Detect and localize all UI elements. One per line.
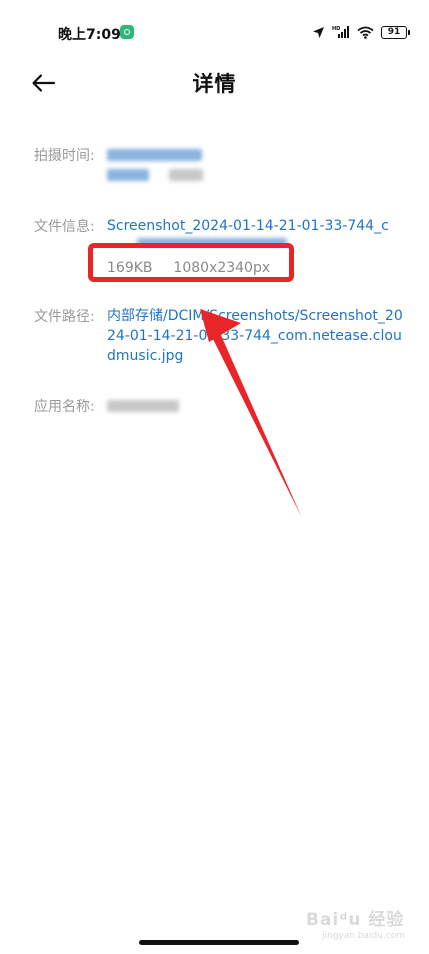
battery-icon: 91 — [381, 25, 410, 39]
capture-date-redacted — [107, 145, 407, 165]
watermark-main: Baiᵈu 经验 — [306, 910, 405, 930]
app-name-label: 应用名称: — [34, 399, 95, 415]
annotation-arrow-icon — [200, 309, 302, 518]
app-name-value — [107, 396, 407, 416]
wifi-icon — [357, 26, 374, 39]
file-path-value[interactable]: 内部存储/DCIM/Screenshots/Screenshot_2024-01… — [107, 306, 407, 366]
status-icons: HD 91 — [312, 23, 410, 41]
highlight-box — [88, 243, 294, 282]
file-name[interactable]: Screenshot_2024-01-14-21-01-33-744_c — [107, 216, 407, 236]
file-path-label: 文件路径: — [34, 309, 95, 325]
page-title: 详情 — [192, 72, 237, 96]
watermark: Baiᵈu 经验 jingyan.baidu.com — [306, 905, 405, 941]
status-bar: 晚上7:09 HD 91 — [0, 0, 429, 64]
capture-time-label: 拍摄时间: — [34, 148, 95, 164]
status-time: 晚上7:09 — [58, 27, 121, 43]
svg-text:HD: HD — [332, 26, 340, 32]
capture-time-value — [107, 145, 407, 185]
capture-weekday-redacted — [107, 165, 407, 185]
signal-icon: HD — [332, 26, 349, 38]
file-info-label: 文件信息: — [34, 219, 95, 235]
header: 详情 — [0, 64, 429, 100]
app-name-redacted — [107, 396, 407, 416]
watermark-sub: jingyan.baidu.com — [322, 931, 406, 941]
app-notification-icon — [120, 25, 134, 39]
location-icon — [313, 26, 324, 38]
home-indicator[interactable] — [139, 940, 299, 945]
